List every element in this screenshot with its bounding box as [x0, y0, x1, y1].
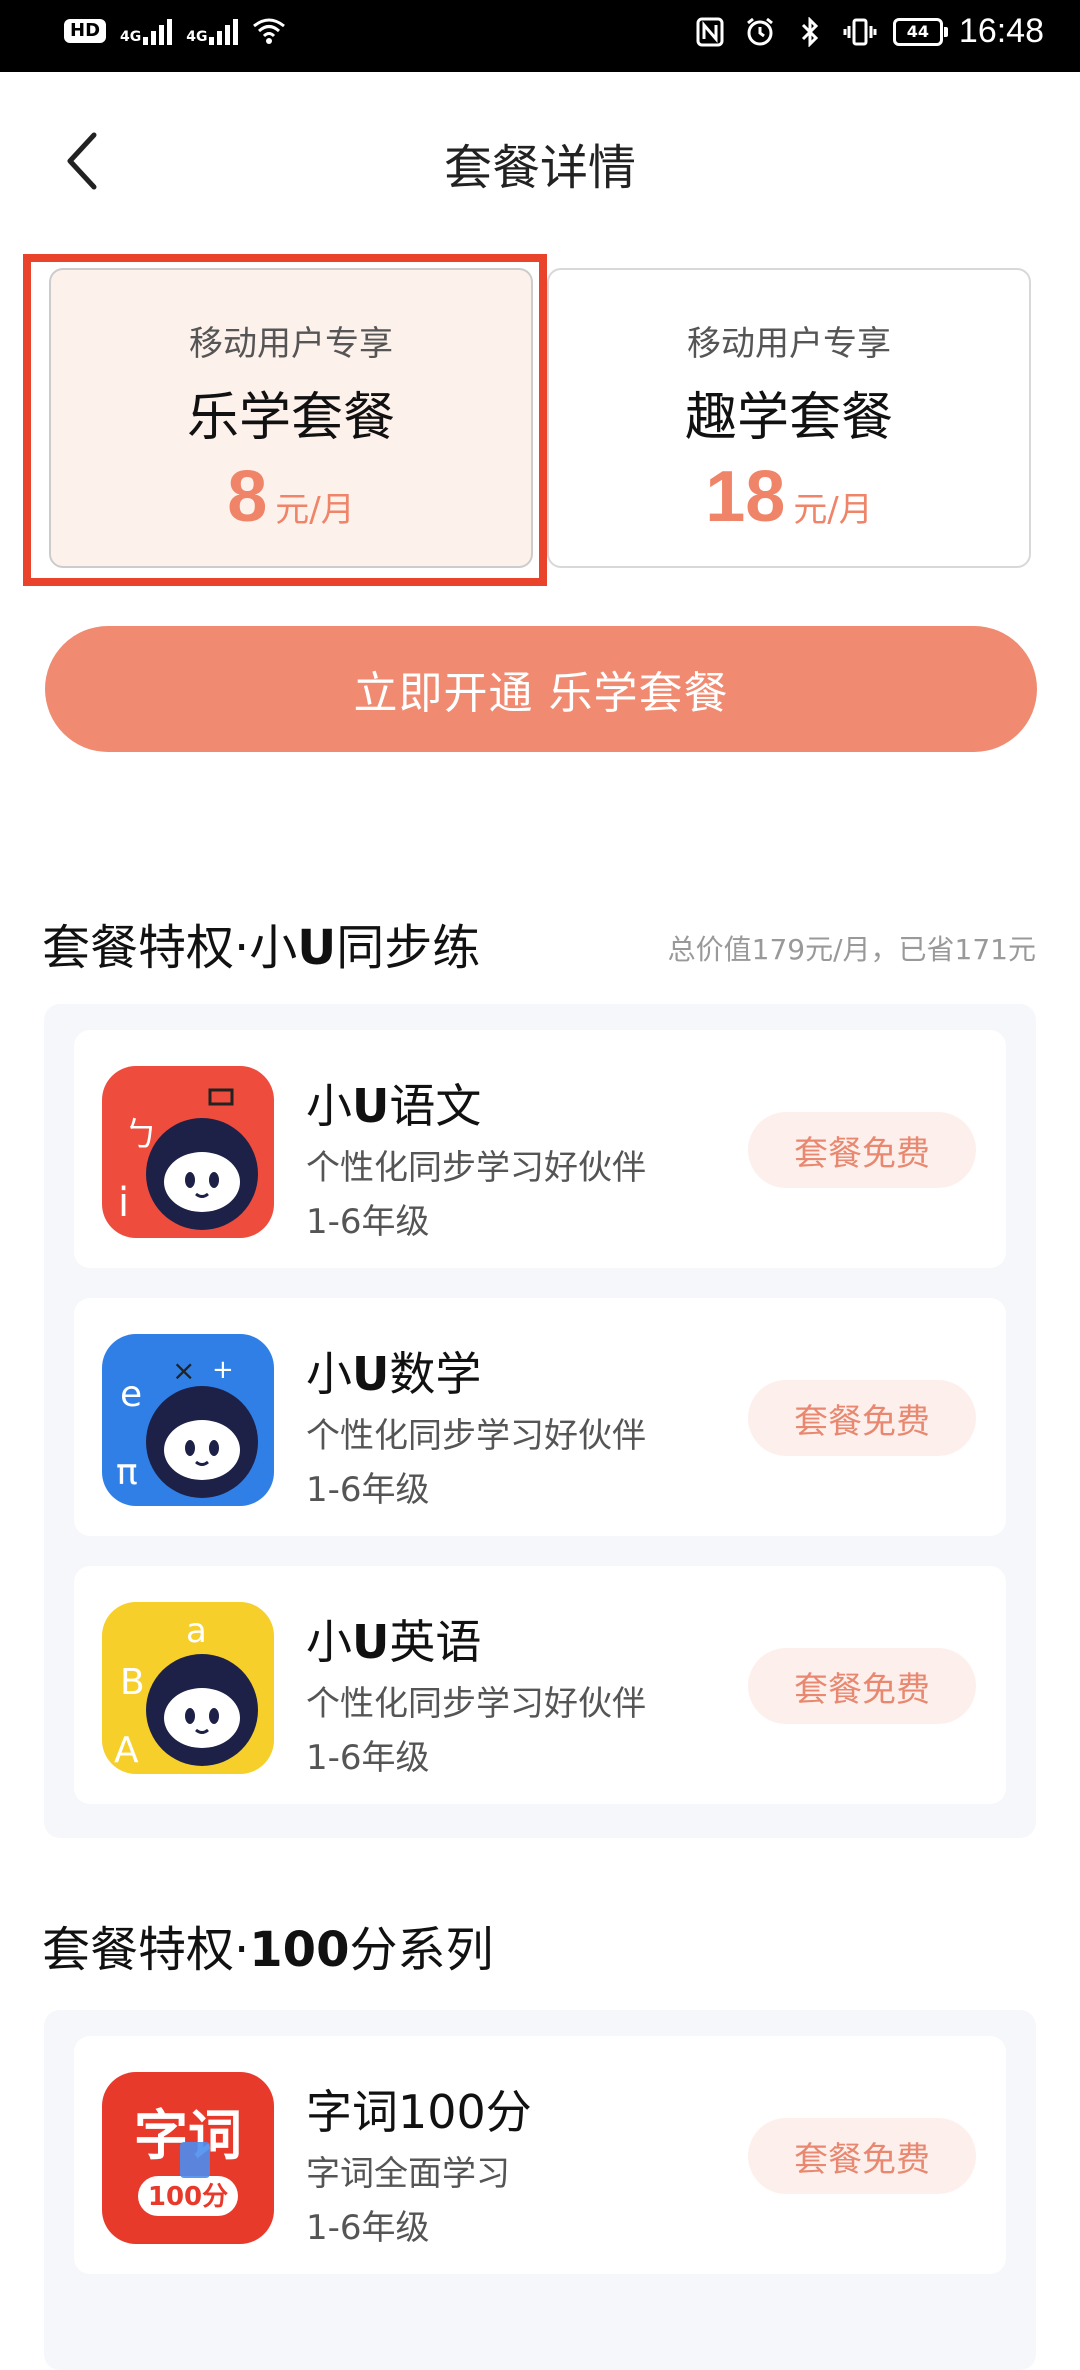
item-description: 个性化同步学习好伙伴: [306, 1684, 646, 1724]
item-title-bold: U: [352, 1347, 390, 1401]
list-item[interactable]: 字词 100分 字词100分 字词全面学习 1-6年级 套餐免费: [74, 2036, 1006, 2274]
item-title-bold: U: [352, 1079, 390, 1133]
nav-bar: 套餐详情: [0, 72, 1080, 242]
item-grade: 1-6年级: [306, 1738, 430, 1778]
price-value: 18: [705, 457, 786, 537]
network-type-label: 4G: [120, 29, 142, 45]
xiaou-panel: ㄅ i 小U语文 个性化同步学习好伙伴 1-6年级 套餐免费 e π × + 小…: [44, 1004, 1036, 1838]
signal-2: 4G: [186, 17, 239, 45]
series-100-panel: 字词 100分 字词100分 字词全面学习 1-6年级 套餐免费: [44, 2010, 1036, 2370]
svg-text:e: e: [120, 1374, 142, 1415]
svg-text:A: A: [114, 1730, 139, 1771]
item-title-bold: U: [352, 1615, 390, 1669]
plan-card-quxue[interactable]: 移动用户专享 趣学套餐 18 元/月: [547, 268, 1031, 568]
item-title: 小U英语: [306, 1606, 481, 1672]
battery-icon: 44: [892, 17, 948, 46]
item-description: 个性化同步学习好伙伴: [306, 1416, 646, 1456]
section-title-part: 套餐特权·小: [42, 920, 298, 976]
section-title-100-series: 套餐特权·100分系列: [42, 1910, 493, 1980]
item-grade: 1-6年级: [306, 2208, 430, 2248]
item-grade: 1-6年级: [306, 1470, 430, 1510]
section-title-bold: 100: [249, 1922, 350, 1978]
svg-text:×: ×: [172, 1354, 195, 1387]
nfc-icon: [693, 15, 727, 49]
wifi-icon: [252, 14, 286, 48]
price-unit: 元/月: [793, 490, 873, 530]
svg-text:π: π: [116, 1452, 138, 1493]
plan-price: 18 元/月: [549, 456, 1029, 538]
section-title-part: 分系列: [349, 1922, 494, 1978]
section-title-part: 套餐特权·: [42, 1922, 250, 1978]
item-title-part: 小: [306, 1347, 352, 1401]
xiaou-english-icon: a B A: [102, 1602, 274, 1774]
subscribe-button[interactable]: 立即开通 乐学套餐: [45, 626, 1037, 752]
item-title-part: 数学: [389, 1347, 482, 1401]
selection-highlight: [23, 254, 547, 586]
signal-icon: [143, 17, 173, 45]
vibrate-icon: [843, 15, 877, 49]
item-title: 字词100分: [306, 2085, 532, 2139]
page-title: 套餐详情: [443, 140, 636, 196]
plan-name: 趣学套餐: [684, 388, 893, 448]
item-description: 个性化同步学习好伙伴: [306, 1148, 646, 1188]
section-title-part: 同步练: [336, 920, 481, 976]
item-title-part: 小: [306, 1079, 352, 1133]
alarm-icon: [743, 15, 777, 49]
section-title-xiaou: 套餐特权·小U同步练: [42, 908, 480, 978]
list-item[interactable]: ㄅ i 小U语文 个性化同步学习好伙伴 1-6年级 套餐免费: [74, 1030, 1006, 1268]
list-item[interactable]: a B A 小U英语 个性化同步学习好伙伴 1-6年级 套餐免费: [74, 1566, 1006, 1804]
item-title: 小U数学: [306, 1338, 481, 1404]
hd-badge: HD: [64, 19, 107, 43]
free-with-plan-button[interactable]: 套餐免费: [748, 1112, 976, 1188]
bluetooth-icon: [793, 15, 827, 49]
svg-text:a: a: [186, 1611, 207, 1651]
xiaou-math-icon: e π × +: [102, 1334, 274, 1506]
free-with-plan-button[interactable]: 套餐免费: [748, 1648, 976, 1724]
item-title-part: 小: [306, 1615, 352, 1669]
free-with-plan-button[interactable]: 套餐免费: [748, 2118, 976, 2194]
status-bar: HD 4G 4G 44 16:48: [0, 0, 1080, 72]
svg-text:+: +: [212, 1355, 234, 1385]
free-with-plan-button[interactable]: 套餐免费: [748, 1380, 976, 1456]
item-title-part: 语文: [389, 1079, 482, 1133]
xiaou-chinese-icon: ㄅ i: [102, 1066, 274, 1238]
item-title-part: 英语: [389, 1615, 482, 1669]
signal-1: 4G: [120, 17, 173, 45]
list-item[interactable]: e π × + 小U数学 个性化同步学习好伙伴 1-6年级 套餐免费: [74, 1298, 1006, 1536]
item-title: 小U语文: [306, 1070, 481, 1136]
clock: 16:48: [958, 12, 1044, 50]
savings-note: 总价值179元/月，已省171元: [667, 933, 1036, 966]
item-grade: 1-6年级: [306, 1202, 430, 1242]
icon-score-text: 100分: [148, 2182, 228, 2212]
ziciu-100-icon: 字词 100分: [102, 2072, 274, 2244]
network-type-label: 4G: [186, 29, 208, 45]
svg-text:i: i: [118, 1180, 129, 1226]
section-title-bold: U: [297, 920, 337, 976]
svg-text:B: B: [120, 1662, 145, 1703]
signal-icon: [209, 17, 239, 45]
item-description: 字词全面学习: [306, 2154, 510, 2194]
plan-subtitle: 移动用户专享: [687, 324, 891, 364]
